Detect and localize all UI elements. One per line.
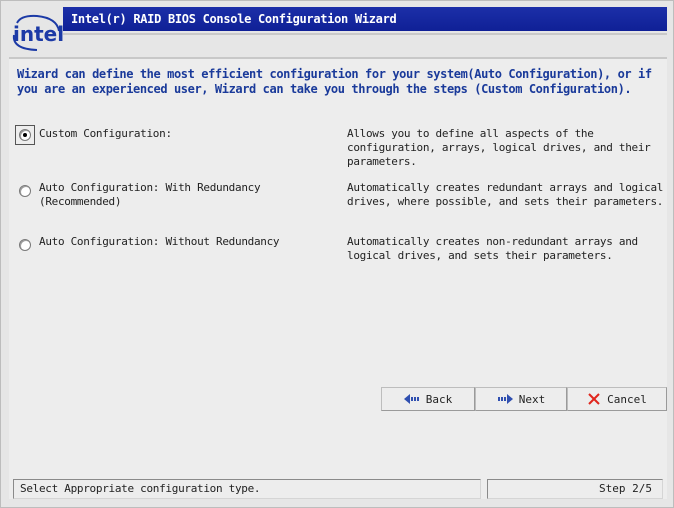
logo-wordmark: intel [13, 22, 63, 46]
status-message: Select Appropriate configuration type. [13, 479, 481, 499]
cancel-label: Cancel [607, 392, 647, 406]
option-auto-with-redundancy[interactable]: Auto Configuration: With Redundancy (Rec… [19, 179, 663, 223]
wizard-window: intel Intel(r) RAID BIOS Console Configu… [0, 0, 674, 508]
status-bar: Select Appropriate configuration type. S… [13, 479, 663, 499]
wizard-buttons: Back Next Cancel [381, 387, 667, 411]
intro-text: Wizard can define the most efficient con… [17, 67, 652, 96]
step-indicator: Step 2/5 [487, 479, 663, 499]
arrow-right-icon [497, 394, 513, 404]
option-description: Automatically creates non-redundant arra… [347, 235, 638, 262]
radio-custom-configuration[interactable] [19, 129, 31, 141]
option-label: Auto Configuration: Without Redundancy [39, 235, 280, 248]
radio-auto-with-redundancy[interactable] [19, 185, 31, 197]
cancel-button[interactable]: Cancel [567, 387, 667, 411]
wizard-content: Wizard can define the most efficient con… [9, 57, 667, 499]
option-auto-without-redundancy[interactable]: Auto Configuration: Without Redundancy A… [19, 233, 659, 265]
intel-logo: intel [11, 13, 63, 53]
radio-auto-without-redundancy[interactable] [19, 239, 31, 251]
intel-logo-icon: intel [12, 14, 63, 51]
close-icon [588, 393, 600, 405]
window-title: Intel(r) RAID BIOS Console Configuration… [63, 7, 667, 31]
option-description: Automatically creates redundant arrays a… [347, 181, 664, 208]
option-label: Custom Configuration: [39, 127, 172, 140]
arrow-left-icon [403, 394, 419, 404]
option-description: Allows you to define all aspects of the … [347, 127, 651, 168]
back-label: Back [425, 392, 453, 406]
option-custom-configuration[interactable]: Custom Configuration: Allows you to defi… [15, 125, 659, 169]
title-divider [63, 33, 667, 35]
back-button[interactable]: Back [381, 387, 475, 411]
next-button[interactable]: Next [475, 387, 567, 411]
title-bar: intel Intel(r) RAID BIOS Console Configu… [9, 7, 667, 55]
next-label: Next [518, 392, 546, 406]
option-label: Auto Configuration: With Redundancy (Rec… [39, 181, 261, 208]
